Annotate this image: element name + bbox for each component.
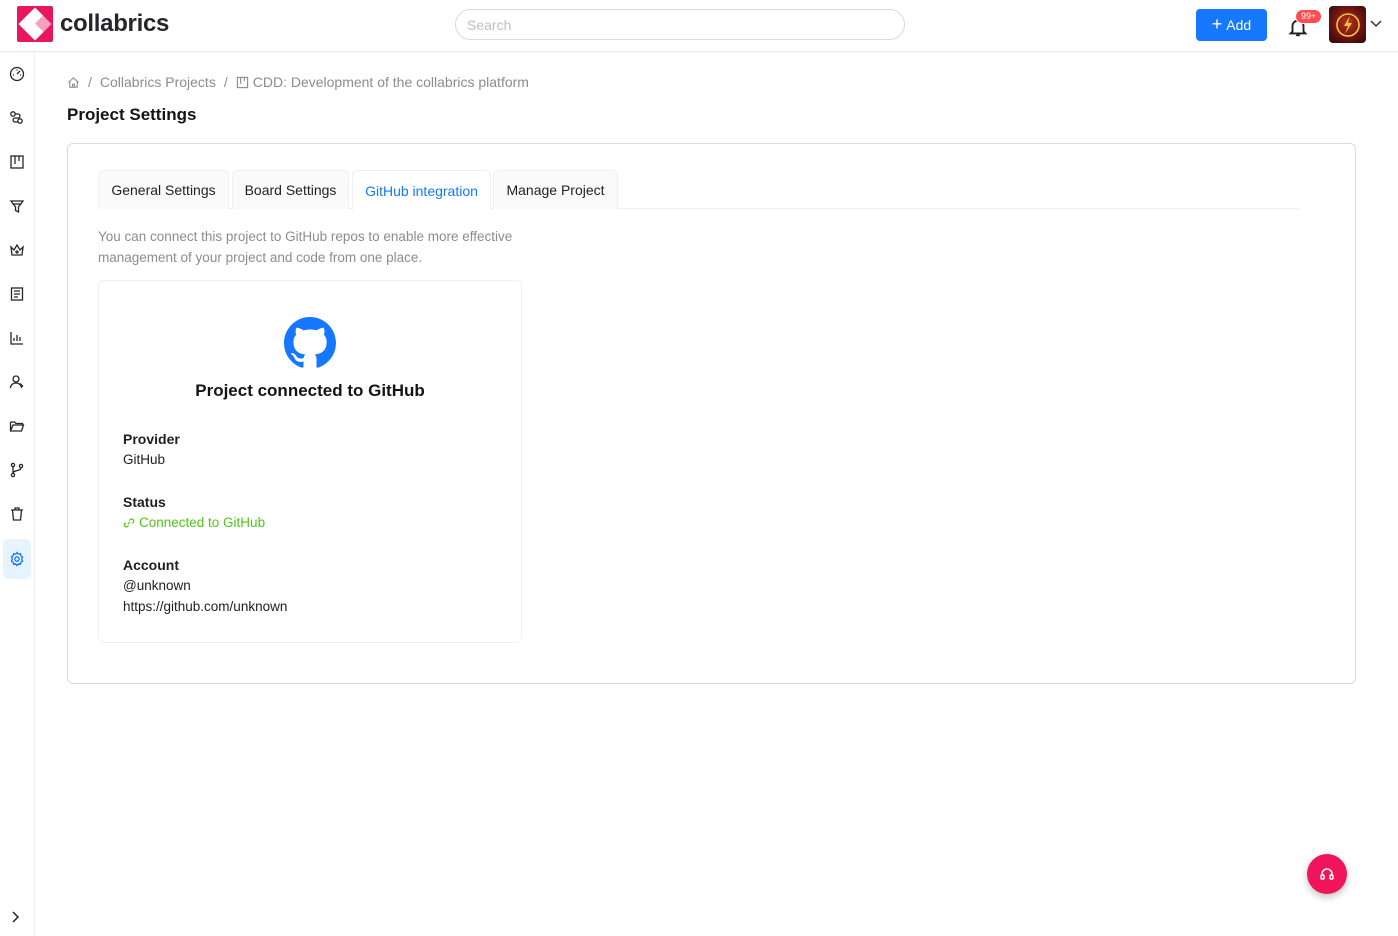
tab-github-integration[interactable]: GitHub integration	[352, 170, 491, 210]
expand-sidebar-icon[interactable]	[8, 910, 22, 924]
list-icon	[10, 287, 24, 301]
sidebar-item-crown[interactable]	[3, 231, 31, 269]
sidebar-item-branch[interactable]	[3, 451, 31, 489]
user-avatar[interactable]	[1329, 6, 1366, 43]
folder-icon	[9, 421, 25, 432]
support-button[interactable]	[1307, 854, 1347, 894]
plus-icon: +	[1211, 14, 1223, 34]
tab-board-settings[interactable]: Board Settings	[232, 170, 349, 209]
github-connection-card: Project connected to GitHub Provider Git…	[98, 280, 522, 643]
branch-icon	[10, 462, 24, 478]
flash-emblem-icon	[1335, 12, 1360, 37]
sidebar-item-workflow[interactable]	[3, 99, 31, 137]
board-icon	[236, 76, 248, 88]
settings-tabs: General Settings Board Settings GitHub i…	[98, 170, 1299, 210]
account-label: Account	[123, 557, 179, 573]
github-icon	[284, 317, 336, 368]
account-url-link[interactable]: https://github.com/unknown	[123, 599, 287, 614]
chevron-down-icon[interactable]	[1369, 16, 1383, 30]
sidebar-item-board[interactable]	[3, 143, 31, 181]
sidebar-item-folder[interactable]	[3, 407, 31, 445]
page-title: Project Settings	[67, 105, 197, 124]
chart-icon	[10, 332, 23, 345]
sidebar-item-filter[interactable]	[3, 187, 31, 225]
github-intro-text: You can connect this project to GitHub r…	[98, 229, 513, 265]
add-button[interactable]: + Add	[1196, 9, 1267, 41]
tab-manage-project[interactable]: Manage Project	[493, 170, 618, 209]
workflow-icon	[10, 111, 23, 124]
status-text: Connected to GitHub	[139, 515, 266, 530]
add-button-label: Add	[1226, 17, 1252, 33]
sidebar-item-settings[interactable]	[3, 539, 31, 579]
brand-name: collabrics	[60, 10, 170, 37]
provider-value: GitHub	[123, 452, 166, 467]
breadcrumb-current-project[interactable]: CDD: Development of the collabrics platf…	[253, 74, 529, 90]
notification-badge: 99+	[1295, 9, 1323, 24]
sidebar-item-dashboard[interactable]	[3, 55, 31, 93]
link-icon	[123, 518, 135, 527]
home-icon[interactable]	[67, 76, 80, 89]
sidebar-item-list[interactable]	[3, 275, 31, 313]
tab-general-settings[interactable]: General Settings	[98, 170, 229, 209]
app-logo[interactable]: collabrics	[17, 6, 169, 42]
status-value: Connected to GitHub	[123, 515, 265, 530]
settings-panel: General Settings Board Settings GitHub i…	[67, 143, 1356, 684]
trash-icon	[11, 507, 23, 521]
provider-label: Provider	[123, 431, 180, 447]
dashboard-icon	[9, 66, 25, 82]
breadcrumb-separator: /	[88, 74, 92, 90]
logo-mark-icon	[17, 6, 53, 42]
headset-icon	[1320, 868, 1334, 880]
sidebar	[0, 52, 35, 936]
sidebar-item-users[interactable]	[3, 363, 31, 401]
breadcrumb-separator: /	[223, 74, 228, 90]
sidebar-item-trash[interactable]	[3, 495, 31, 533]
top-header: collabrics + Add 99+	[0, 0, 1398, 52]
github-card-title: Project connected to GitHub	[195, 381, 425, 400]
search-input[interactable]	[455, 9, 905, 40]
users-icon	[9, 375, 24, 389]
breadcrumb-collabrics-projects[interactable]: Collabrics Projects	[100, 74, 216, 90]
status-label: Status	[123, 494, 166, 510]
sidebar-item-chart[interactable]	[3, 319, 31, 357]
breadcrumb: / Collabrics Projects / CDD: Development…	[67, 74, 529, 90]
crown-icon	[10, 243, 24, 256]
settings-icon	[10, 551, 24, 567]
filter-icon	[9, 200, 25, 214]
account-handle: @unknown	[123, 578, 191, 593]
board-icon	[10, 155, 24, 169]
